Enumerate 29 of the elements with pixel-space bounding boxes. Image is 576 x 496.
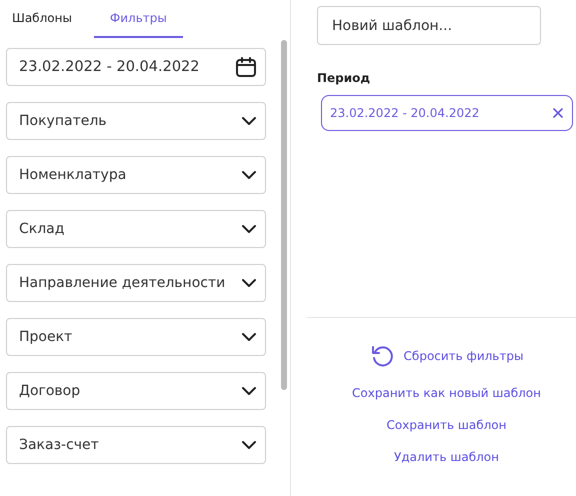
chevron-down-icon — [241, 386, 257, 396]
filter-dropdown[interactable]: Заказ-счет — [6, 426, 266, 464]
date-range-field[interactable]: 23.02.2022 - 20.04.2022 — [6, 48, 266, 86]
filter-dropdown[interactable]: Направление деятельности — [6, 264, 266, 302]
period-chip[interactable]: 23.02.2022 - 20.04.2022 — [321, 95, 573, 131]
filter-dropdown[interactable]: Номенклатура — [6, 156, 266, 194]
filter-dropdown[interactable]: Договор — [6, 372, 266, 410]
chevron-down-icon — [241, 332, 257, 342]
chevron-down-icon — [241, 116, 257, 126]
tab[interactable]: Фильтры — [94, 0, 183, 38]
close-icon[interactable] — [552, 107, 564, 119]
filter-dropdown[interactable]: Покупатель — [6, 102, 266, 140]
chevron-down-icon — [241, 278, 257, 288]
chevron-down-icon — [241, 224, 257, 234]
period-label: Период — [317, 71, 372, 85]
chevron-down-icon — [241, 440, 257, 450]
scrollbar[interactable] — [281, 40, 287, 390]
calendar-icon — [235, 56, 257, 78]
reset-icon — [370, 344, 394, 368]
period-value: 23.02.2022 - 20.04.2022 — [330, 106, 480, 120]
action-link[interactable]: Сохранить как новый шаблон — [352, 386, 541, 400]
chevron-down-icon — [241, 170, 257, 180]
template-name-field[interactable]: Новий шаблон... — [317, 6, 541, 45]
filter-dropdown[interactable]: Проект — [6, 318, 266, 356]
tab[interactable]: Шаблоны — [6, 0, 78, 38]
action-link[interactable]: Удалить шаблон — [394, 450, 499, 464]
action-link[interactable]: Сохранить шаблон — [386, 418, 506, 432]
filter-dropdown[interactable]: Склад — [6, 210, 266, 248]
reset-filters-button[interactable]: Сбросить фильтры — [370, 344, 524, 368]
